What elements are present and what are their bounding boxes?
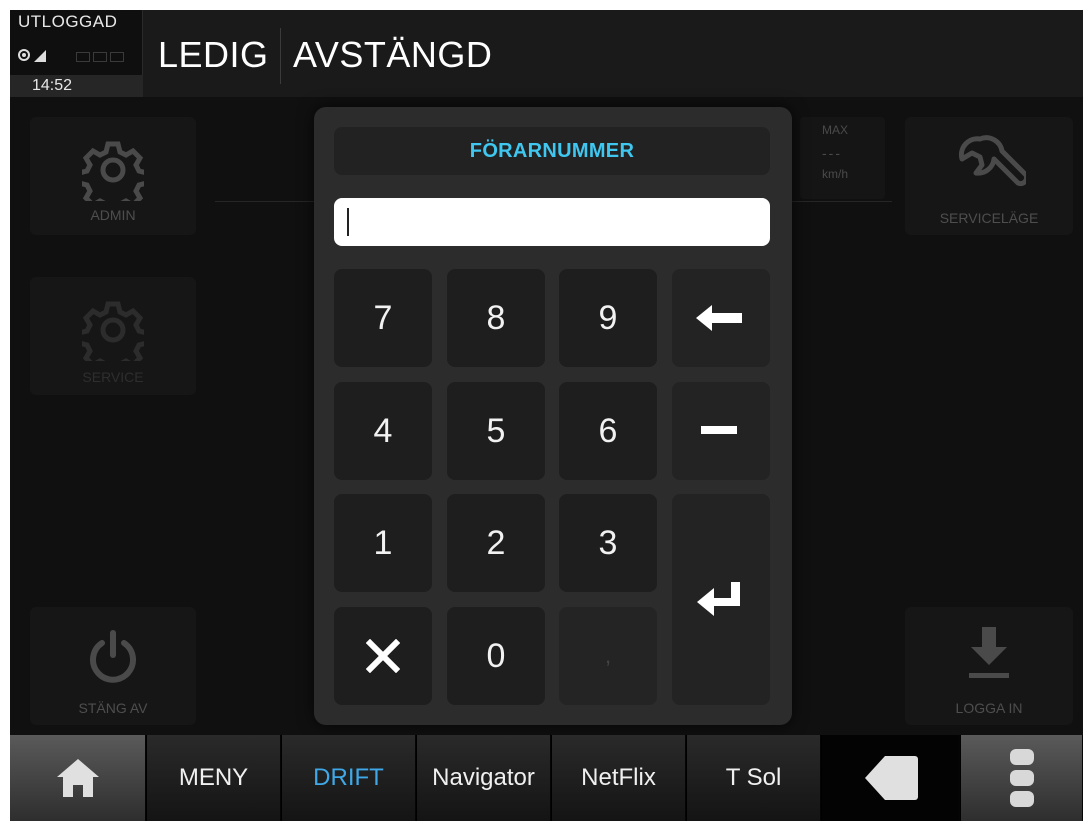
minus-key[interactable] (672, 382, 770, 480)
login-label: LOGGA IN (955, 700, 1023, 716)
signal-icon (34, 50, 46, 62)
back-button[interactable] (822, 735, 960, 821)
admin-tile[interactable]: ADMIN (30, 117, 196, 235)
minus-icon (701, 426, 737, 434)
service-tile[interactable]: SERVICE (30, 277, 196, 395)
nav-netflix[interactable]: NetFlix (552, 735, 686, 821)
arrow-left-icon (696, 305, 742, 331)
login-tile[interactable]: LOGGA IN (905, 607, 1073, 725)
login-status: UTLOGGAD (18, 12, 118, 31)
status-panel: UTLOGGAD 14:52 (10, 10, 143, 97)
more-icon (1009, 749, 1034, 807)
key-9[interactable]: 9 (559, 269, 657, 367)
meter-mode: AVSTÄNGD (293, 34, 493, 75)
nav-navigator[interactable]: Navigator (417, 735, 551, 821)
power-off-tile[interactable]: STÄNG AV (30, 607, 196, 725)
power-icon (90, 630, 136, 683)
nav-t-sol[interactable]: T Sol (687, 735, 821, 821)
status-icons (16, 47, 134, 65)
key-3[interactable]: 3 (559, 494, 657, 592)
taxi-state: LEDIG (158, 34, 269, 75)
enter-key[interactable] (672, 494, 770, 705)
key-8[interactable]: 8 (447, 269, 545, 367)
speed-unit: km/h (822, 167, 849, 181)
key-5[interactable]: 5 (447, 382, 545, 480)
download-icon (969, 627, 1009, 678)
bottom-nav: MENY DRIFT Navigator NetFlix T Sol (10, 735, 1083, 821)
admin-label: ADMIN (90, 207, 136, 223)
key-0[interactable]: 0 (447, 607, 545, 705)
key-1[interactable]: 1 (334, 494, 432, 592)
service-label: SERVICE (82, 369, 144, 385)
more-button[interactable] (961, 735, 1083, 821)
close-icon (366, 639, 400, 673)
driver-number-input[interactable] (334, 198, 770, 246)
power-off-label: STÄNG AV (78, 700, 148, 716)
text-caret (347, 208, 349, 236)
header: UTLOGGAD 14:52 LEDIG AVSTÄNGD (10, 10, 1083, 97)
key-4[interactable]: 4 (334, 382, 432, 480)
speed-max-label: MAX (822, 123, 849, 137)
divider (792, 201, 892, 202)
divider (215, 201, 315, 202)
key-2[interactable]: 2 (447, 494, 545, 592)
dialog-title: FÖRARNUMMER (334, 127, 770, 175)
title-divider (280, 28, 281, 84)
driver-number-dialog: FÖRARNUMMER 7 8 9 4 5 6 1 2 3 0 , (314, 107, 792, 725)
key-7[interactable]: 7 (334, 269, 432, 367)
gear-icon (82, 141, 144, 201)
nav-drift[interactable]: DRIFT (282, 735, 416, 821)
nav-meny[interactable]: MENY (147, 735, 281, 821)
enter-icon (697, 582, 740, 616)
clock: 14:52 (10, 75, 143, 97)
gear-icon (82, 301, 144, 361)
home-button[interactable] (10, 735, 146, 821)
back-icon (864, 756, 918, 800)
service-mode-tile[interactable]: SERVICELÄGE (905, 117, 1073, 235)
comma-key: , (559, 607, 657, 705)
home-icon (56, 759, 99, 797)
backspace-key[interactable] (672, 269, 770, 367)
gps-icon (18, 49, 30, 61)
service-mode-label: SERVICELÄGE (939, 210, 1039, 226)
speed-value: --- (822, 145, 842, 161)
key-6[interactable]: 6 (559, 382, 657, 480)
screen: UTLOGGAD 14:52 LEDIG AVSTÄNGD ADMIN SERV… (10, 10, 1083, 821)
cancel-key[interactable] (334, 607, 432, 705)
message-icons (76, 49, 132, 62)
speed-display: MAX --- km/h (800, 117, 885, 199)
wrench-icon (958, 135, 1026, 187)
